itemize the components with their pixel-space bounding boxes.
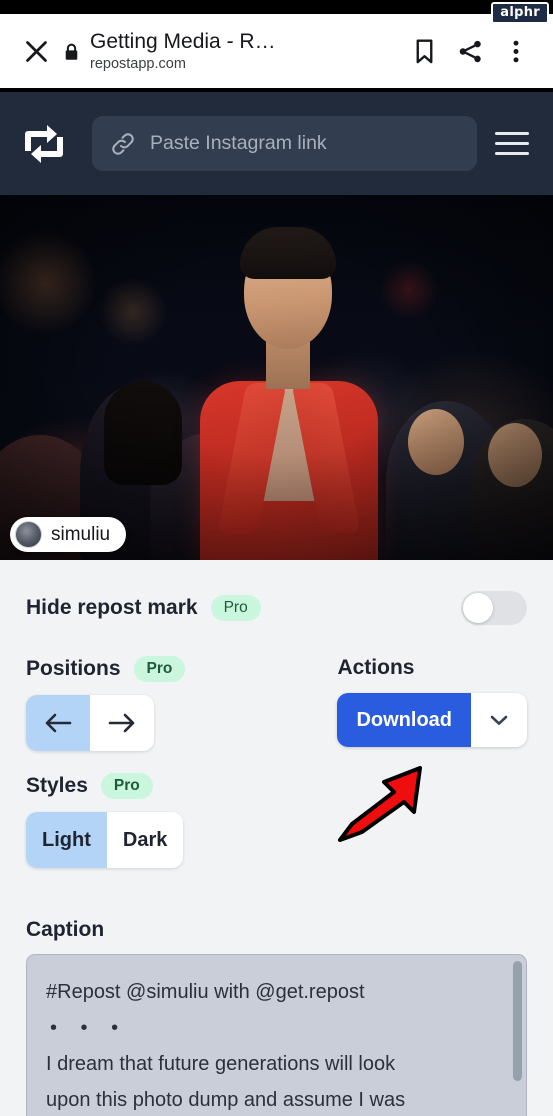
close-button[interactable] [14, 29, 58, 73]
styles-label: Styles [26, 774, 88, 797]
download-button[interactable]: Download [337, 693, 471, 747]
arrow-right-icon [108, 713, 135, 733]
page-url: repostapp.com [90, 55, 186, 72]
caption-line: upon this photo dump and assume I was [46, 1089, 406, 1111]
share-icon [459, 40, 481, 62]
repost-mark-badge: simuliu [10, 517, 127, 552]
bookmark-icon [416, 39, 432, 63]
more-vertical-icon [513, 40, 519, 62]
download-button-group: Download [337, 693, 527, 747]
lock-indicator [58, 40, 84, 62]
caption-line: I dream that future generations will loo… [46, 1053, 396, 1075]
hamburger-menu-icon [495, 142, 529, 145]
caption-textarea[interactable]: #Repost @simuliu with @get.repost • • • … [26, 954, 527, 1116]
hide-repost-mark-label: Hide repost mark [26, 596, 198, 619]
hamburger-menu-button[interactable] [495, 124, 535, 164]
positions-label: Positions [26, 657, 121, 680]
browser-toolbar: Getting Media - R… repostapp.com [0, 14, 553, 88]
caption-section: Caption #Repost @simuliu with @get.repos… [26, 918, 527, 1116]
position-left-option[interactable] [26, 695, 90, 751]
actions-column: Actions Download [337, 656, 527, 868]
caption-line: #Repost @simuliu with @get.repost [46, 981, 365, 1003]
arrow-left-icon [45, 713, 72, 733]
overflow-menu-button[interactable] [493, 28, 539, 74]
actions-label: Actions [337, 656, 415, 679]
positions-label-row: Positions Pro [26, 656, 337, 682]
lock-icon [65, 43, 77, 60]
photo-vignette [0, 195, 553, 560]
download-dropdown-button[interactable] [471, 693, 527, 747]
bookmark-button[interactable] [401, 28, 447, 74]
position-right-option[interactable] [90, 695, 154, 751]
positions-column: Positions Pro Styles Pro Light Dark [26, 656, 337, 868]
share-button[interactable] [447, 28, 493, 74]
repost-logo-button[interactable] [18, 120, 70, 168]
actions-label-row: Actions [337, 656, 527, 680]
toggle-knob [463, 593, 493, 623]
hide-repost-mark-toggle[interactable] [461, 591, 527, 625]
search-input[interactable]: Paste Instagram link [92, 116, 477, 171]
page-title: Getting Media - R… [90, 29, 276, 53]
close-icon [25, 40, 47, 62]
media-preview[interactable]: simuliu [0, 195, 553, 560]
style-dark-option[interactable]: Dark [106, 812, 184, 868]
hamburger-menu-icon [495, 132, 529, 135]
hamburger-menu-icon [495, 152, 529, 155]
hide-repost-mark-row: Hide repost mark Pro [26, 560, 527, 656]
caption-scrollbar[interactable] [513, 961, 522, 1081]
screen: alphr Getting Media - R… repostapp.com P… [0, 0, 553, 1116]
pro-badge: Pro [210, 595, 261, 621]
app-header: Paste Instagram link [0, 92, 553, 195]
avatar-icon [15, 521, 42, 548]
pro-badge: Pro [133, 656, 186, 682]
repost-logo-icon [25, 124, 63, 163]
positions-segmented-control [26, 695, 154, 751]
style-light-option[interactable]: Light [26, 812, 107, 868]
pro-badge: Pro [100, 773, 153, 799]
options-columns: Positions Pro Styles Pro Light Dark Acti… [26, 656, 527, 868]
caption-label: Caption [26, 918, 105, 941]
chevron-down-icon [490, 715, 508, 725]
styles-segmented-control: Light Dark [26, 812, 184, 868]
link-icon [112, 132, 134, 155]
repost-mark-username: simuliu [51, 524, 111, 545]
search-placeholder: Paste Instagram link [150, 132, 327, 154]
alphr-watermark: alphr [491, 2, 549, 24]
caption-line: • • • [50, 1017, 128, 1039]
address-bar[interactable]: Getting Media - R… repostapp.com [84, 29, 401, 74]
controls-panel: Hide repost mark Pro Positions Pro Style… [0, 560, 553, 1116]
styles-label-row: Styles Pro [26, 773, 337, 799]
